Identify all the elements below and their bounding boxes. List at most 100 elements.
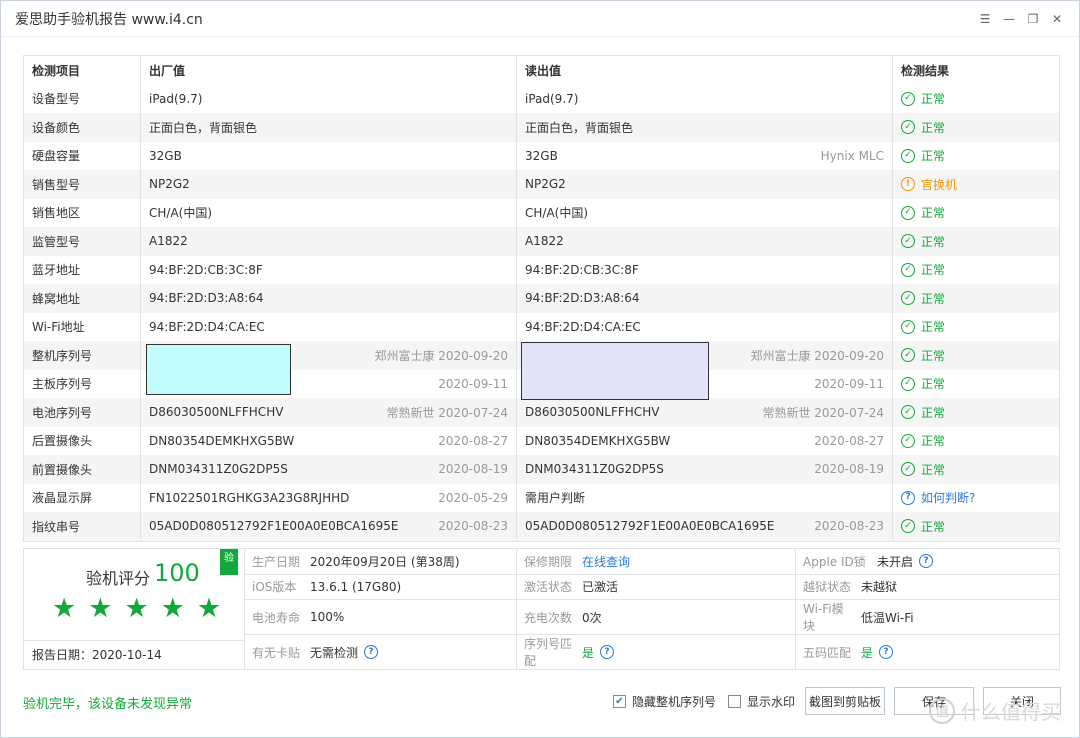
read-value: 正面白色，背面银色: [525, 120, 634, 135]
result-status: ✓ 正常: [901, 375, 945, 392]
help-icon[interactable]: ?: [919, 554, 934, 569]
summary-key: 越狱状态: [803, 580, 852, 595]
watermark-checkbox[interactable]: 显示水印: [728, 693, 795, 710]
result-text: 正常: [921, 377, 946, 392]
row-read-value: 05AD0D080512792F1E00A0E0BCA1695E 2020-08-…: [517, 512, 893, 541]
summary-cell: 保修期限 在线查询: [517, 549, 796, 575]
row-read-value: A1822: [517, 227, 893, 256]
table-row: 蓝牙地址 94:BF:2D:CB:3C:8F 94:BF:2D:CB:3C:8F ✓ 正…: [24, 255, 1059, 284]
factory-sub: 2020-08-27: [438, 433, 508, 448]
help-icon[interactable]: ?: [364, 645, 379, 659]
row-read-value: 32GB Hynix MLC: [517, 141, 893, 170]
hide-serial-checkbox[interactable]: ✔ 隐藏整机序列号: [613, 693, 716, 710]
row-factory-value: 正面白色，背面银色: [141, 113, 517, 142]
read-value: 05AD0D080512792F1E00A0E0BCA1695E: [525, 519, 775, 534]
summary-cell: 序列号匹配是?: [517, 635, 796, 669]
factory-value: 32GB: [149, 148, 182, 163]
row-item: 整机序列号: [24, 341, 141, 370]
result-status: ✓ 正常: [901, 261, 945, 278]
summary-value: 是: [861, 645, 874, 660]
summary-value: 2020年09月20日 (第38周): [310, 554, 460, 569]
list-icon[interactable]: ☰: [973, 7, 997, 31]
table-row: 液晶显示屏 FN1022501RGHKG3A23G8RJHHD 2020-05-29…: [24, 483, 1059, 513]
factory-value: DN80354DEMKHXG5BW: [149, 433, 295, 448]
summary-value: 0次: [582, 610, 602, 625]
factory-value: 94:BF:2D:D4:CA:EC: [149, 319, 265, 334]
result-status: ! 官换机: [901, 176, 957, 193]
row-item: 前置摄像头: [24, 455, 141, 484]
row-result[interactable]: ? 如何判断?: [893, 484, 1059, 513]
read-sub: 常熟新世 2020-07-24: [762, 405, 884, 420]
result-text: 正常: [921, 348, 946, 363]
summary-value: 低温Wi-Fi: [861, 610, 914, 625]
factory-value: 94:BF:2D:CB:3C:8F: [149, 262, 263, 277]
read-value: 32GB: [525, 148, 558, 163]
row-item: 电池序列号: [24, 398, 141, 427]
row-read-value: DN80354DEMKHXG5BW 2020-08-27: [517, 426, 893, 455]
read-sub: Hynix MLC: [820, 148, 884, 163]
star-rating: ★ ★ ★ ★ ★: [52, 595, 221, 622]
row-factory-value: DNM034311Z0G2DP5S 2020-08-19: [141, 455, 517, 484]
result-status: ✓ 正常: [901, 404, 945, 421]
row-item: 后置摄像头: [24, 426, 141, 455]
result-text: 正常: [921, 434, 946, 449]
row-result: ✓ 正常: [893, 284, 1059, 313]
factory-sub: 2020-08-19: [438, 462, 508, 477]
table-row: 销售地区 CH/A(中国) CH/A(中国) ✓ 正常: [24, 198, 1059, 227]
copy-screenshot-button[interactable]: 截图到剪贴板: [805, 687, 885, 715]
restore-icon[interactable]: ❐: [1021, 7, 1045, 31]
row-item: 设备颜色: [24, 113, 141, 142]
row-factory-value: 94:BF:2D:D3:A8:64: [141, 284, 517, 313]
result-status[interactable]: ? 如何判断?: [901, 489, 975, 506]
check-circle-icon: ✓: [901, 405, 915, 420]
result-status: ✓ 正常: [901, 347, 945, 364]
result-status: ✓ 正常: [901, 90, 945, 107]
row-read-value: 94:BF:2D:D4:CA:EC: [517, 312, 893, 341]
row-read-value: 需用户判断: [517, 483, 893, 512]
table-header: 检测项目 出厂值 读出值 检测结果: [24, 56, 1059, 85]
summary-key: Apple ID锁: [803, 554, 866, 569]
result-status: ✓ 正常: [901, 461, 945, 478]
read-value: DN80354DEMKHXG5BW: [525, 433, 671, 448]
close-icon[interactable]: ✕: [1045, 7, 1069, 31]
checkbox-watermark[interactable]: [728, 695, 741, 708]
check-circle-icon: ✓: [901, 205, 915, 220]
row-item: 硬盘容量: [24, 141, 141, 170]
check-circle-icon: ✓: [901, 120, 915, 135]
factory-value: NP2G2: [149, 177, 190, 192]
summary-key: Wi-Fi模块: [803, 602, 844, 633]
title-bar: 爱思助手验机报告 www.i4.cn ☰ — ❐ ✕: [1, 1, 1079, 37]
table-row: 设备颜色 正面白色，背面银色 正面白色，背面银色 ✓ 正常: [24, 113, 1059, 142]
result-text: 正常: [921, 234, 946, 249]
result-text: 正常: [921, 320, 946, 335]
minimize-icon[interactable]: —: [997, 7, 1021, 31]
result-text: 正常: [921, 263, 946, 278]
star-icon: ★: [52, 593, 77, 624]
factory-sub: 2020-05-29: [438, 490, 508, 505]
row-read-value: DNM034311Z0G2DP5S 2020-08-19: [517, 455, 893, 484]
table-row: 硬盘容量 32GB 32GB Hynix MLC ✓ 正常: [24, 141, 1059, 170]
table-row: 后置摄像头 DN80354DEMKHXG5BW 2020-08-27 DN80354D…: [24, 426, 1059, 456]
row-read-value: 94:BF:2D:D3:A8:64: [517, 284, 893, 313]
header-result: 检测结果: [901, 63, 950, 78]
summary-cell: iOS版本 13.6.1 (17G80): [245, 574, 517, 600]
check-circle-icon: ✓: [901, 262, 915, 277]
checkbox-hide-serial[interactable]: ✔: [613, 695, 626, 708]
row-result: ✓ 正常: [893, 227, 1059, 256]
row-factory-value: iPad(9.7): [141, 84, 517, 113]
summary-key: iOS版本: [252, 580, 297, 595]
help-icon[interactable]: ?: [600, 645, 615, 659]
score-panel: 验机评分 100 验 ★ ★ ★ ★ ★ 报告日期：2020-10-14: [24, 549, 245, 669]
summary-value: 100%: [310, 610, 345, 624]
row-result: ! 官换机: [893, 170, 1059, 199]
row-result: ✓ 正常: [893, 427, 1059, 456]
watermark-logo-icon: 值: [929, 697, 955, 724]
row-result: ✓ 正常: [893, 85, 1059, 114]
summary-cell: Apple ID锁 未开启?: [796, 549, 1059, 575]
help-icon[interactable]: ?: [879, 645, 894, 659]
row-item: 销售型号: [24, 170, 141, 199]
row-result: ✓ 正常: [893, 455, 1059, 484]
summary-value[interactable]: 在线查询: [582, 553, 630, 570]
read-sub: 郑州富士康 2020-09-20: [750, 348, 884, 363]
question-circle-icon: ?: [901, 490, 915, 505]
